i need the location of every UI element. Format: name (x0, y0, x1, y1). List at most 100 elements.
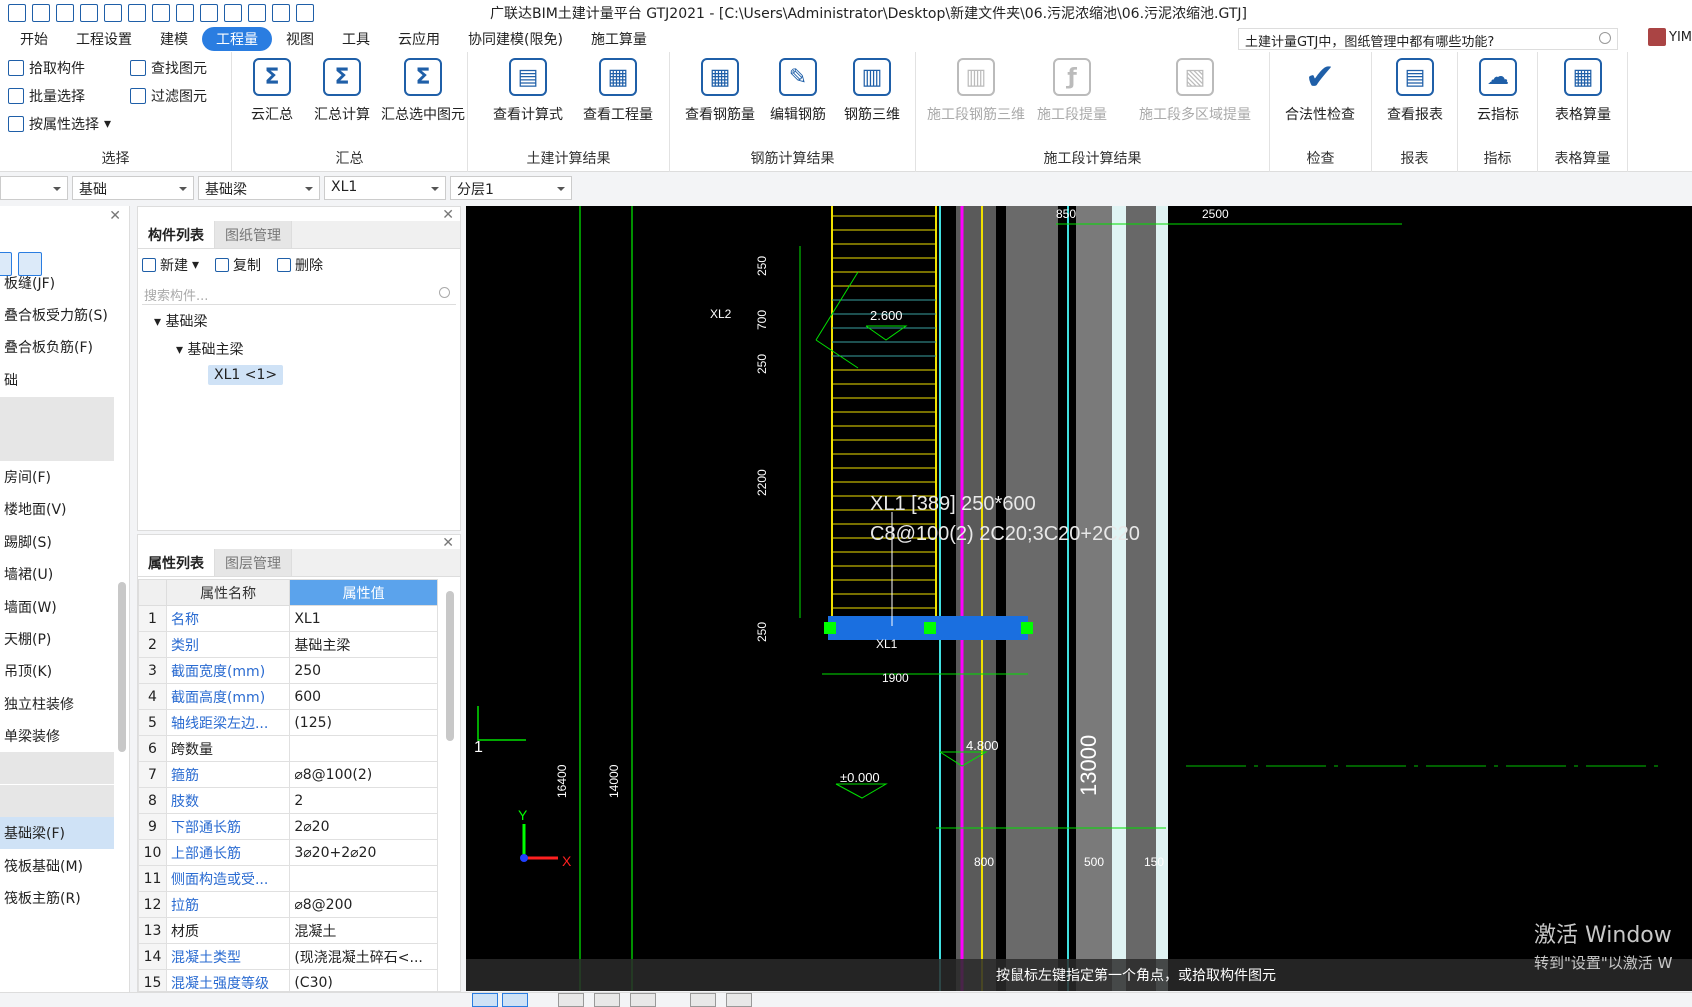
grid-search-icon[interactable] (224, 4, 242, 22)
menu-collab[interactable]: 协同建模(限免) (454, 27, 577, 51)
grip-handle[interactable] (1021, 622, 1033, 634)
close-icon[interactable]: ✕ (109, 208, 121, 224)
sidebar-item[interactable]: 吊顶(K) (0, 655, 114, 687)
floor-dropdown[interactable] (0, 176, 68, 200)
sidebar-item[interactable] (0, 397, 114, 429)
menu-tools[interactable]: 工具 (328, 27, 384, 51)
grip-handle[interactable] (924, 622, 936, 634)
nav-scrollbar[interactable] (118, 582, 126, 752)
cloud-index-button[interactable]: ☁ 云指标 (1458, 58, 1538, 124)
property-value[interactable]: 基础主梁 (289, 631, 438, 658)
validity-check-button[interactable]: ✔ 合法性检查 (1280, 57, 1360, 124)
view-rebar-button[interactable]: ▦ 查看钢筋量 (680, 58, 760, 124)
property-value[interactable]: (现浇混凝土碎石<... (289, 943, 438, 970)
tree-node-main-beam[interactable]: ▾ 基础主梁 (176, 339, 243, 359)
sidebar-item[interactable] (0, 785, 114, 817)
layer-dropdown[interactable]: 分层1 (450, 176, 572, 200)
tab-layer-management[interactable]: 图层管理 (215, 549, 292, 576)
property-row[interactable]: 2 类别 基础主梁 (138, 631, 438, 658)
sidebar-item[interactable]: 基础梁(F) (0, 817, 114, 849)
sidebar-item[interactable]: 踢脚(S) (0, 526, 114, 558)
property-row[interactable]: 12 拉筋 ⌀8@200 (138, 891, 438, 918)
property-value[interactable]: 600 (289, 683, 438, 710)
edit-rebar-button[interactable]: ✎ 编辑钢筋 (758, 58, 838, 124)
new-file-icon[interactable] (32, 4, 50, 22)
sidebar-item[interactable]: 墙裙(U) (0, 558, 114, 590)
summary-calc-button[interactable]: Σ 汇总计算 (302, 58, 382, 124)
property-row[interactable]: 7 箍筋 ⌀8@100(2) (138, 761, 438, 788)
polar-toggle[interactable] (594, 993, 620, 1007)
property-row[interactable]: 4 截面高度(mm) 600 (138, 683, 438, 710)
tab-property-list[interactable]: 属性列表 (138, 549, 215, 576)
property-value[interactable]: XL1 (289, 605, 438, 632)
sidebar-item[interactable]: 筏板主筋(R) (0, 882, 114, 914)
grid-icon[interactable] (200, 4, 218, 22)
category-dropdown[interactable]: 基础 (72, 176, 194, 200)
delete-component-button[interactable]: 删除 (277, 255, 323, 275)
property-value[interactable]: 2⌀20 (289, 813, 438, 840)
menu-construction[interactable]: 施工算量 (577, 27, 661, 51)
segment-rebar-3d-button[interactable]: ▥ 施工段钢筋三维 (924, 58, 1028, 124)
property-row[interactable]: 11 侧面构造或受... (138, 865, 438, 892)
property-scrollbar[interactable] (446, 591, 454, 741)
property-row[interactable]: 1 名称 XL1 (138, 605, 438, 632)
tree-node-xl1[interactable]: XL1 <1> (208, 365, 284, 385)
ortho-toggle[interactable] (558, 993, 584, 1007)
component-dropdown[interactable]: XL1 (324, 176, 446, 200)
sidebar-item[interactable]: 房间(F) (0, 461, 114, 493)
menu-cloud[interactable]: 云应用 (384, 27, 454, 51)
property-row[interactable]: 6 跨数量 (138, 735, 438, 762)
sum-icon[interactable] (152, 4, 170, 22)
snap-toggle[interactable] (472, 993, 498, 1007)
cad-drawing[interactable]: 850 2500 250 700 250 2200 250 XL1 XL2 19… (466, 206, 1692, 991)
select-by-attribute-button[interactable]: 按属性选择 ▾ (8, 114, 111, 134)
property-value[interactable] (289, 735, 438, 762)
sidebar-item[interactable]: 天棚(P) (0, 623, 114, 655)
view-formula-button[interactable]: ▤ 查看计算式 (488, 58, 568, 124)
view-quantity-button[interactable]: ▦ 查看工程量 (578, 58, 658, 124)
sidebar-item[interactable]: 础 (0, 364, 114, 396)
osnap-toggle[interactable] (630, 993, 656, 1007)
property-row[interactable]: 10 上部通长筋 3⌀20+2⌀20 (138, 839, 438, 866)
grid-toggle[interactable] (502, 993, 528, 1007)
upload-icon[interactable] (8, 4, 26, 22)
sidebar-item[interactable]: 板缝(JF) (0, 267, 114, 299)
copy-component-button[interactable]: 复制 (215, 255, 261, 275)
rebar-3d-icon[interactable] (272, 4, 290, 22)
view-report-button[interactable]: ▤ 查看报表 (1375, 58, 1455, 124)
export-icon[interactable] (296, 4, 314, 22)
property-value[interactable]: 3⌀20+2⌀20 (289, 839, 438, 866)
new-component-button[interactable]: 新建 ▾ (142, 255, 199, 275)
property-value[interactable]: (125) (289, 709, 438, 736)
close-icon[interactable]: ✕ (442, 207, 454, 223)
sidebar-item[interactable]: 筏板基础(M) (0, 850, 114, 882)
view-calc-icon[interactable] (176, 4, 194, 22)
property-row[interactable]: 5 轴线距梁左边... (125) (138, 709, 438, 736)
property-value[interactable]: ⌀8@100(2) (289, 761, 438, 788)
tab-drawing-management[interactable]: 图纸管理 (215, 221, 292, 248)
grip-handle[interactable] (824, 622, 836, 634)
tree-node-foundation-beam[interactable]: ▾ 基础梁 (154, 311, 207, 331)
property-value[interactable]: ⌀8@200 (289, 891, 438, 918)
menu-start[interactable]: 开始 (6, 27, 62, 51)
summary-selected-button[interactable]: Σ 汇总选中图元 (378, 58, 468, 124)
redo-icon[interactable] (128, 4, 146, 22)
property-value[interactable]: 混凝土 (289, 917, 438, 944)
close-icon[interactable]: ✕ (442, 535, 454, 551)
filter-element-button[interactable]: 过滤图元 (130, 86, 207, 106)
property-row[interactable]: 13 材质 混凝土 (138, 917, 438, 944)
property-row[interactable]: 8 肢数 2 (138, 787, 438, 814)
undo-icon[interactable] (104, 4, 122, 22)
property-value[interactable]: (C30) (289, 969, 438, 991)
sidebar-item[interactable]: 单梁装修 (0, 720, 114, 752)
sidebar-item[interactable]: 独立柱装修 (0, 688, 114, 720)
save-icon[interactable] (80, 4, 98, 22)
property-value[interactable]: 2 (289, 787, 438, 814)
user-account[interactable]: YIM (1648, 28, 1692, 46)
rebar-3d-button[interactable]: ▥ 钢筋三维 (832, 58, 912, 124)
drawing-canvas[interactable]: 850 2500 250 700 250 2200 250 XL1 XL2 19… (466, 206, 1692, 991)
component-search-input[interactable]: 搜索构件... (142, 283, 456, 305)
cloud-summary-button[interactable]: Σ 云汇总 (232, 58, 312, 124)
dynamic-input-toggle[interactable] (726, 993, 752, 1007)
sidebar-item[interactable]: 楼地面(V) (0, 493, 114, 525)
